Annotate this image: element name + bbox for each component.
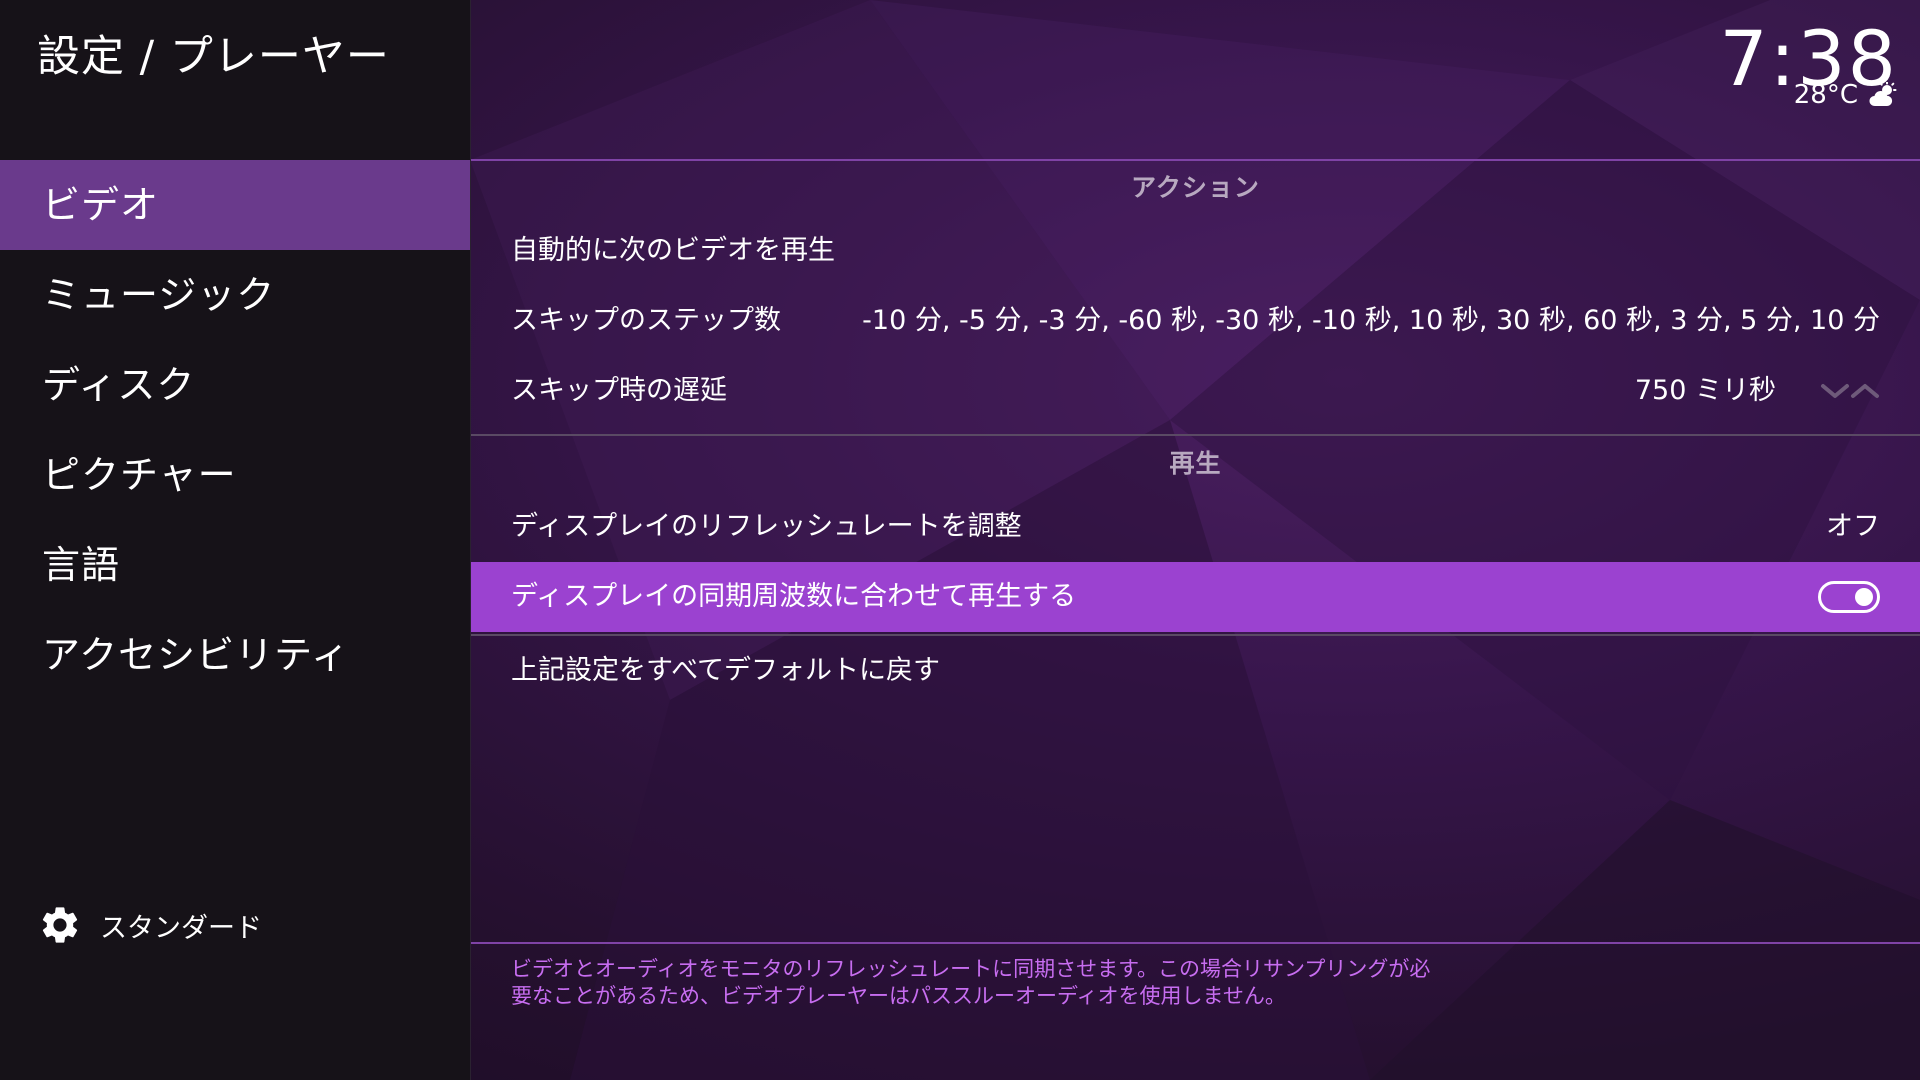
setting-reset-defaults[interactable]: 上記設定をすべてデフォルトに戻す	[471, 636, 1920, 706]
setting-label: 自動的に次のビデオを再生	[511, 235, 835, 266]
value-spinner	[1820, 381, 1880, 401]
sidebar-item-language[interactable]: 言語	[0, 520, 470, 610]
setting-label: スキップのステップ数	[511, 305, 781, 336]
setting-value: -10 分, -5 分, -3 分, -60 秒, -30 秒, -10 秒, …	[862, 305, 1880, 336]
settings-level-label: スタンダード	[100, 912, 262, 944]
chevron-up-icon[interactable]	[1850, 381, 1880, 401]
description-divider	[471, 942, 1920, 944]
setting-label: スキップ時の遅延	[511, 375, 727, 406]
sidebar-item-video[interactable]: ビデオ	[0, 160, 470, 250]
page-title: 設定 / プレーヤー	[37, 32, 390, 82]
settings-list: アクション 自動的に次のビデオを再生 スキップのステップ数 -10 分, -5 …	[471, 160, 1920, 706]
description-line: ビデオとオーディオをモニタのリフレッシュレートに同期させます。この場合リサンプリ…	[511, 957, 1431, 981]
chevron-down-icon[interactable]	[1820, 381, 1850, 401]
setting-autoplay-next[interactable]: 自動的に次のビデオを再生	[471, 216, 1920, 286]
group-header-playback: 再生	[1169, 449, 1222, 478]
cloud-sun-icon	[1869, 82, 1897, 106]
setting-label: 上記設定をすべてデフォルトに戻す	[511, 655, 941, 686]
setting-value: オフ	[1826, 511, 1880, 542]
description-line: 要なことがあるため、ビデオプレーヤーはパススルーオーディオを使用しません。	[511, 984, 1286, 1008]
sidebar-item-accessibility[interactable]: アクセシビリティ	[0, 610, 470, 700]
setting-sync-display[interactable]: ディスプレイの同期周波数に合わせて再生する	[471, 562, 1920, 632]
weather-info: 28°C	[1794, 80, 1898, 110]
category-list: ビデオ ミュージック ディスク ピクチャー 言語 アクセシビリティ	[0, 160, 470, 700]
setting-label: ディスプレイの同期周波数に合わせて再生する	[511, 581, 1077, 612]
setting-value: 750 ミリ秒	[1634, 375, 1776, 406]
sidebar-item-pictures[interactable]: ピクチャー	[0, 430, 470, 520]
setting-skip-delay[interactable]: スキップ時の遅延 750 ミリ秒	[471, 356, 1920, 426]
sidebar-item-disc[interactable]: ディスク	[0, 340, 470, 430]
sidebar: 設定 / プレーヤー ビデオ ミュージック ディスク ピクチャー 言語 アクセシ…	[0, 0, 471, 1080]
setting-label: ディスプレイのリフレッシュレートを調整	[511, 511, 1022, 542]
setting-description: ビデオとオーディオをモニタのリフレッシュレートに同期させます。この場合リサンプリ…	[511, 956, 1511, 1010]
temperature: 28°C	[1793, 80, 1858, 110]
settings-level-button[interactable]: スタンダード	[38, 901, 262, 949]
setting-adjust-refresh-rate[interactable]: ディスプレイのリフレッシュレートを調整 オフ	[471, 492, 1920, 562]
group-header-actions: アクション	[1131, 173, 1260, 202]
toggle-switch[interactable]	[1818, 581, 1880, 613]
gear-icon	[42, 907, 78, 943]
setting-skip-steps[interactable]: スキップのステップ数 -10 分, -5 分, -3 分, -60 秒, -30…	[471, 286, 1920, 356]
setting-value-wrap: 750 ミリ秒	[1635, 356, 1880, 426]
settings-screen: 設定 / プレーヤー ビデオ ミュージック ディスク ピクチャー 言語 アクセシ…	[0, 0, 1920, 1080]
sidebar-item-music[interactable]: ミュージック	[0, 250, 470, 340]
toggle-knob	[1855, 588, 1873, 606]
